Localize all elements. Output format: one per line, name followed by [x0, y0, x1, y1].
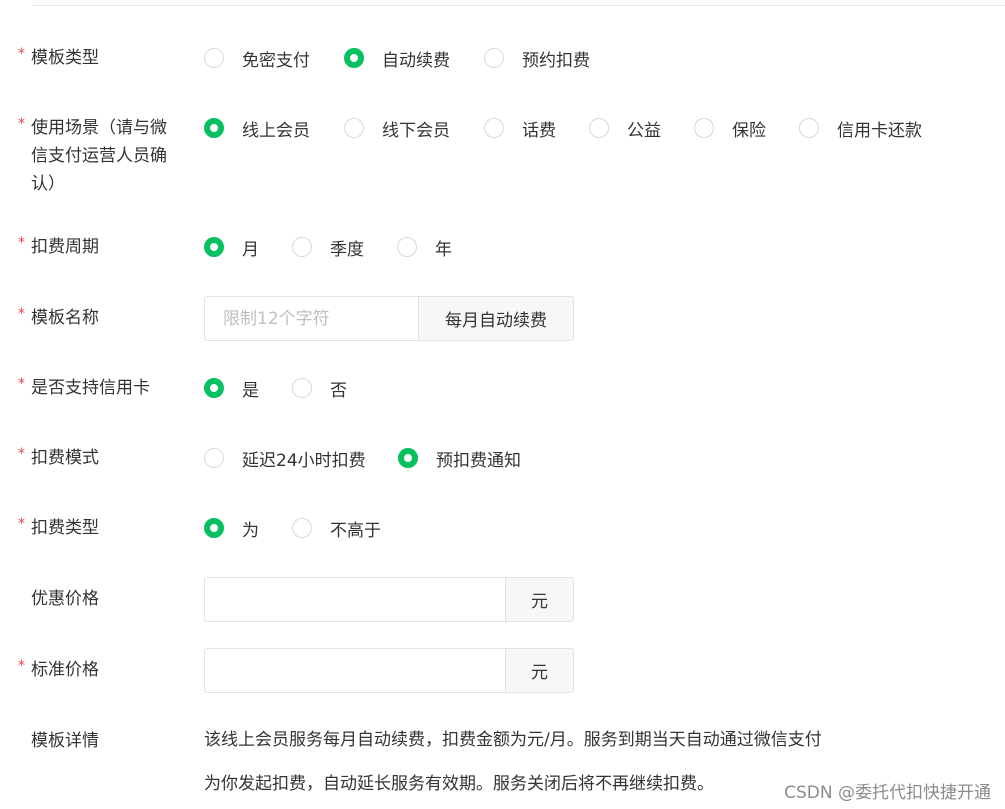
- radio-pre-notice[interactable]: 预扣费通知: [398, 444, 521, 472]
- radio-label: 公益: [627, 120, 661, 141]
- template-name-input-group: 每月自动续费: [204, 296, 574, 341]
- radio-circle-checked[interactable]: [344, 48, 364, 68]
- deduct-type-label: 扣费类型: [31, 518, 99, 538]
- required-mark: *: [18, 306, 25, 322]
- radio-label: 预扣费通知: [436, 450, 521, 471]
- radio-label: 延迟24小时扣费: [242, 450, 366, 471]
- template-name-addon: 每月自动续费: [418, 296, 574, 341]
- radio-label: 预约扣费: [522, 50, 590, 71]
- radio-password-free[interactable]: 免密支付: [204, 44, 310, 72]
- row-template-name: * 模板名称 每月自动续费: [0, 296, 1005, 342]
- radio-circle[interactable]: [344, 118, 364, 138]
- radio-circle-checked[interactable]: [204, 518, 224, 538]
- radio-label: 季度: [330, 239, 364, 260]
- radio-label: 线下会员: [382, 120, 450, 141]
- radio-insurance[interactable]: 保险: [694, 114, 766, 142]
- standard-price-input[interactable]: [204, 648, 505, 693]
- radio-label: 免密支付: [242, 50, 310, 71]
- radio-circle[interactable]: [292, 518, 312, 538]
- radio-label: 话费: [522, 120, 556, 141]
- radio-label: 否: [330, 380, 347, 401]
- radio-credit-card-repay[interactable]: 信用卡还款: [799, 114, 922, 142]
- radio-month[interactable]: 月: [204, 233, 259, 261]
- radio-circle[interactable]: [292, 378, 312, 398]
- template-detail-line-2: 为你发起扣费，自动延长服务有效期。服务关闭后将不再继续扣费。: [204, 774, 714, 794]
- radio-circle[interactable]: [694, 118, 714, 138]
- discount-price-unit: 元: [505, 577, 574, 622]
- radio-label: 保险: [732, 120, 766, 141]
- radio-quarter[interactable]: 季度: [292, 233, 364, 261]
- template-detail-label: 模板详情: [31, 731, 99, 751]
- template-detail-line-1: 该线上会员服务每月自动续费，扣费金额为元/月。服务到期当天自动通过微信支付: [204, 730, 822, 750]
- radio-year[interactable]: 年: [397, 233, 452, 261]
- standard-price-label: 标准价格: [31, 660, 99, 680]
- required-mark: *: [18, 46, 25, 62]
- radio-label: 线上会员: [242, 120, 310, 141]
- required-mark: *: [18, 116, 25, 132]
- radio-not-above[interactable]: 不高于: [292, 514, 381, 542]
- template-name-input[interactable]: [204, 296, 418, 341]
- row-credit-card: * 是否支持信用卡 是 否: [0, 374, 1005, 414]
- discount-price-input[interactable]: [204, 577, 505, 622]
- radio-scheduled-deduct[interactable]: 预约扣费: [484, 44, 590, 72]
- deduct-mode-label: 扣费模式: [31, 448, 99, 468]
- required-mark: *: [18, 446, 25, 462]
- required-mark: *: [18, 658, 25, 674]
- row-scene: * 使用场景（请与微信支付运营人员确认） 线上会员 线下会员 话费 公益 保险 …: [0, 114, 1005, 204]
- radio-yes[interactable]: 是: [204, 374, 259, 402]
- period-label: 扣费周期: [31, 237, 99, 257]
- row-discount-price: 优惠价格 元: [0, 577, 1005, 623]
- row-period: * 扣费周期 月 季度 年: [0, 233, 1005, 273]
- radio-delay-24h[interactable]: 延迟24小时扣费: [204, 444, 366, 472]
- radio-equal[interactable]: 为: [204, 514, 259, 542]
- radio-label: 月: [242, 239, 259, 260]
- radio-circle-checked[interactable]: [204, 378, 224, 398]
- radio-circle[interactable]: [799, 118, 819, 138]
- row-standard-price: * 标准价格 元: [0, 648, 1005, 694]
- radio-label: 信用卡还款: [837, 120, 922, 141]
- radio-label: 是: [242, 380, 259, 401]
- radio-charity[interactable]: 公益: [589, 114, 661, 142]
- radio-circle[interactable]: [484, 118, 504, 138]
- radio-online-member[interactable]: 线上会员: [204, 114, 310, 142]
- top-divider: [32, 5, 1005, 6]
- required-mark: *: [18, 516, 25, 532]
- row-template-type: * 模板类型 免密支付 自动续费 预约扣费: [0, 44, 1005, 84]
- template-type-label: 模板类型: [31, 48, 99, 68]
- template-name-label: 模板名称: [31, 308, 99, 328]
- radio-circle-checked[interactable]: [204, 237, 224, 257]
- radio-circle[interactable]: [484, 48, 504, 68]
- discount-price-input-group: 元: [204, 577, 574, 622]
- radio-offline-member[interactable]: 线下会员: [344, 114, 450, 142]
- radio-circle[interactable]: [397, 237, 417, 257]
- radio-label: 自动续费: [382, 50, 450, 71]
- radio-circle-checked[interactable]: [204, 118, 224, 138]
- radio-circle[interactable]: [589, 118, 609, 138]
- radio-no[interactable]: 否: [292, 374, 347, 402]
- radio-circle[interactable]: [204, 448, 224, 468]
- radio-circle[interactable]: [204, 48, 224, 68]
- radio-circle[interactable]: [292, 237, 312, 257]
- required-mark: *: [18, 235, 25, 251]
- radio-phone-bill[interactable]: 话费: [484, 114, 556, 142]
- radio-label: 为: [242, 520, 259, 541]
- credit-card-label: 是否支持信用卡: [31, 378, 150, 398]
- watermark: CSDN @委托代扣快捷开通: [784, 783, 991, 803]
- standard-price-input-group: 元: [204, 648, 574, 693]
- scene-label: 使用场景（请与微信支付运营人员确认）: [31, 118, 167, 194]
- row-deduct-type: * 扣费类型 为 不高于: [0, 514, 1005, 554]
- radio-label: 年: [435, 239, 452, 260]
- discount-price-label: 优惠价格: [31, 589, 99, 609]
- radio-auto-renew[interactable]: 自动续费: [344, 44, 450, 72]
- standard-price-unit: 元: [505, 648, 574, 693]
- required-mark: *: [18, 376, 25, 392]
- radio-circle-checked[interactable]: [398, 448, 418, 468]
- radio-label: 不高于: [330, 520, 381, 541]
- row-deduct-mode: * 扣费模式 延迟24小时扣费 预扣费通知: [0, 444, 1005, 484]
